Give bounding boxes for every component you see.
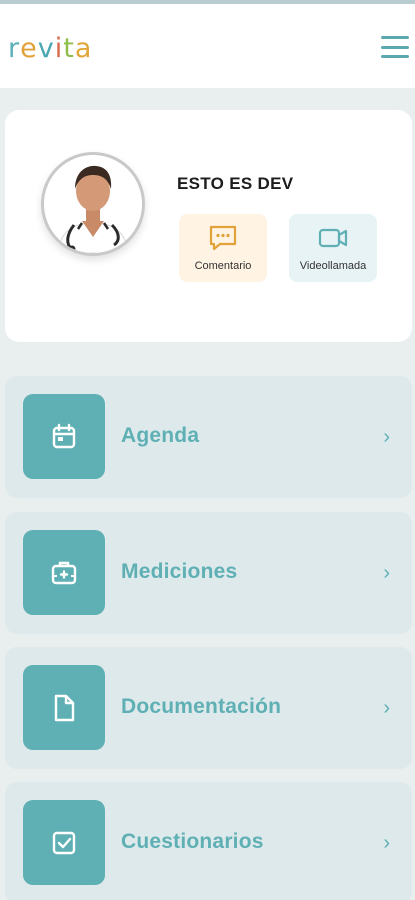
logo-letter: r xyxy=(8,33,21,64)
app-header: r e v i t a xyxy=(0,4,415,88)
chevron-right-icon: › xyxy=(383,832,390,854)
logo-letter: t xyxy=(63,33,75,64)
video-camera-icon xyxy=(318,228,348,248)
checkbox-icon xyxy=(52,831,76,854)
cuestionarios-tile xyxy=(23,800,105,885)
doctor-profile-card: ESTO ES DEV Comentario Videollamada xyxy=(5,110,412,342)
videocall-label: Videollamada xyxy=(299,260,367,272)
chevron-right-icon: › xyxy=(383,562,390,584)
menu-item-label: Agenda xyxy=(121,424,200,447)
menu-item-label: Documentación xyxy=(121,695,282,718)
menu-item-label: Mediciones xyxy=(121,560,238,583)
hamburger-line xyxy=(381,36,409,39)
calendar-icon xyxy=(52,423,76,448)
doctor-name: ESTO ES DEV xyxy=(177,174,294,193)
menu-item-agenda[interactable]: Agenda › xyxy=(5,376,412,498)
medical-kit-icon xyxy=(51,561,77,584)
comment-label: Comentario xyxy=(194,260,252,272)
logo-letter: a xyxy=(74,33,93,64)
doctor-illustration xyxy=(44,155,142,253)
document-icon xyxy=(54,694,75,721)
chat-icon xyxy=(209,225,237,251)
revita-logo[interactable]: r e v i t a xyxy=(8,32,92,64)
chevron-right-icon: › xyxy=(383,426,390,448)
menu-item-mediciones[interactable]: Mediciones › xyxy=(5,512,412,634)
logo-letter: i xyxy=(54,33,64,64)
chevron-right-icon: › xyxy=(383,697,390,719)
videocall-button[interactable]: Videollamada xyxy=(289,214,377,282)
agenda-tile xyxy=(23,394,105,479)
comment-button[interactable]: Comentario xyxy=(179,214,267,282)
hamburger-line xyxy=(381,45,409,49)
mediciones-tile xyxy=(23,530,105,615)
logo-letter: v xyxy=(37,33,55,64)
logo-letter: e xyxy=(20,33,38,64)
doctor-avatar xyxy=(41,152,145,256)
menu-item-documentacion[interactable]: Documentación › xyxy=(5,647,412,769)
menu-item-cuestionarios[interactable]: Cuestionarios › xyxy=(5,782,412,900)
documentacion-tile xyxy=(23,665,105,750)
hamburger-line xyxy=(381,55,409,58)
menu-item-label: Cuestionarios xyxy=(121,830,264,853)
hamburger-icon[interactable] xyxy=(381,36,409,58)
